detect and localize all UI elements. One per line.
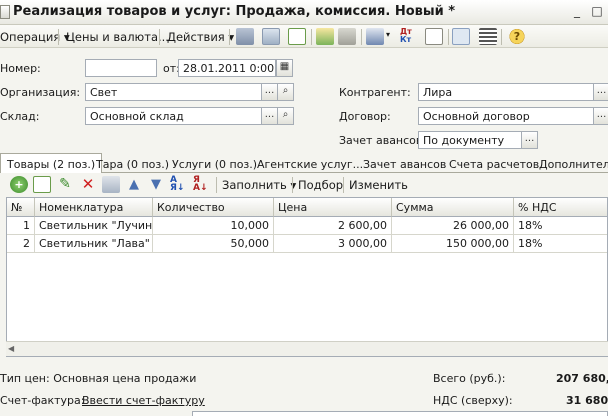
structure-icon[interactable]: [425, 28, 443, 45]
counterparty-select-button[interactable]: ...: [593, 83, 608, 101]
list-view-icon[interactable]: [479, 28, 497, 45]
quantity-cell[interactable]: 50,000: [153, 235, 274, 253]
vat-label: НДС (сверху):: [433, 394, 513, 407]
go-to-dropdown-icon[interactable]: ▾: [386, 30, 390, 39]
row-number-cell[interactable]: 2: [7, 235, 35, 253]
vat-rate-cell[interactable]: 18%: [514, 235, 607, 253]
price-cell[interactable]: 3 000,00: [274, 235, 392, 253]
advance-offset-select-button[interactable]: ...: [521, 131, 538, 149]
advance-offset-label: Зачет авансов:: [339, 134, 427, 147]
print-icon[interactable]: [338, 28, 356, 45]
sort-ascending-icon[interactable]: А Я↓: [170, 176, 188, 193]
select-button[interactable]: Подбор: [298, 178, 343, 192]
column-header-vat-rate[interactable]: % НДС: [514, 198, 607, 217]
change-button[interactable]: Изменить: [349, 178, 408, 192]
move-up-icon[interactable]: ▲: [125, 176, 143, 193]
warehouse-field[interactable]: Основной склад: [85, 107, 262, 125]
fill-menu[interactable]: Заполнить ▾: [222, 178, 296, 192]
add-row-icon[interactable]: +: [10, 176, 28, 193]
counterparty-label: Контрагент:: [339, 86, 411, 99]
move-down-icon[interactable]: ▼: [147, 176, 165, 193]
price-cell[interactable]: 2 600,00: [274, 217, 392, 235]
copy-document-icon[interactable]: [288, 28, 306, 45]
tab-additional[interactable]: Дополнительно: [532, 155, 608, 173]
copy-row-icon[interactable]: [33, 176, 51, 193]
comment-field[interactable]: [192, 411, 608, 416]
column-header-number[interactable]: №: [7, 198, 35, 217]
save-icon[interactable]: [262, 28, 280, 45]
total-label: Всего (руб.):: [433, 372, 506, 385]
vat-rate-cell[interactable]: 18%: [514, 217, 607, 235]
total-value: 207 680,: [556, 372, 608, 385]
vat-value: 31 680,: [566, 394, 608, 407]
price-type-text: Тип цен: Основная цена продажи: [0, 372, 197, 385]
minimize-button[interactable]: _: [568, 3, 586, 19]
contract-label: Договор:: [339, 110, 391, 123]
number-label: Номер:: [0, 62, 41, 75]
debit-credit-icon[interactable]: Дт Кт: [400, 28, 418, 45]
number-field[interactable]: [85, 59, 157, 77]
tab-settlement-accounts[interactable]: Счета расчетов: [442, 155, 546, 173]
tab-advance-offset[interactable]: Зачет авансов: [356, 155, 453, 173]
warehouse-label: Склад:: [0, 110, 40, 123]
prices-currency-button[interactable]: Цены и валюта...: [66, 30, 169, 44]
warehouse-select-button[interactable]: ...: [261, 107, 278, 125]
contract-select-button[interactable]: ...: [593, 107, 608, 125]
counterparty-field[interactable]: Лира: [418, 83, 594, 101]
invoice-label: Счет-фактура:: [0, 394, 85, 407]
tab-containers[interactable]: Тара (0 поз.): [89, 155, 176, 173]
organization-select-button[interactable]: ...: [261, 83, 278, 101]
tab-strip: Товары (2 поз.) Тара (0 поз.) Услуги (0 …: [0, 153, 608, 174]
row-number-cell[interactable]: 1: [7, 217, 35, 235]
column-header-quantity[interactable]: Количество: [153, 198, 274, 217]
item-cell[interactable]: Светильник "Лава": [35, 235, 153, 253]
hierarchy-icon[interactable]: [452, 28, 470, 45]
window-titlebar: Реализация товаров и услуг: Продажа, ком…: [0, 0, 608, 25]
warehouse-open-icon[interactable]: ⌕: [277, 107, 294, 125]
tab-goods[interactable]: Товары (2 поз.): [0, 153, 103, 174]
organization-open-icon[interactable]: ⌕: [277, 83, 294, 101]
horizontal-scrollbar[interactable]: ◀: [6, 341, 608, 356]
calendar-icon[interactable]: ▦: [276, 59, 293, 77]
create-based-on-icon[interactable]: [316, 28, 334, 45]
item-cell[interactable]: Светильник "Лучина": [35, 217, 153, 235]
contract-field[interactable]: Основной договор: [418, 107, 594, 125]
document-icon: [0, 5, 10, 19]
organization-label: Организация:: [0, 86, 81, 99]
tab-agent-services[interactable]: Агентские услуг...: [250, 155, 370, 173]
operation-menu[interactable]: Операция ▾: [0, 30, 70, 44]
edit-row-icon[interactable]: ✎: [56, 176, 74, 193]
amount-cell[interactable]: 26 000,00: [392, 217, 514, 235]
actions-menu[interactable]: Действия ▾: [167, 30, 234, 44]
help-icon[interactable]: ?: [508, 28, 526, 45]
amount-cell[interactable]: 150 000,00: [392, 235, 514, 253]
column-header-amount[interactable]: Сумма: [392, 198, 514, 217]
date-field[interactable]: 28.01.2011 0:00:00: [178, 59, 276, 77]
window-title: Реализация товаров и услуг: Продажа, ком…: [13, 4, 456, 19]
delete-row-icon[interactable]: ✕: [79, 176, 97, 193]
column-header-item[interactable]: Номенклатура: [35, 198, 153, 217]
post-icon[interactable]: [236, 28, 254, 45]
end-edit-icon[interactable]: [102, 176, 120, 193]
create-invoice-link[interactable]: Ввести счет-фактуру: [82, 394, 205, 407]
scroll-left-icon[interactable]: ◀: [8, 344, 14, 353]
organization-field[interactable]: Свет: [85, 83, 262, 101]
quantity-cell[interactable]: 10,000: [153, 217, 274, 235]
column-header-price[interactable]: Цена: [274, 198, 392, 217]
sort-descending-icon[interactable]: Я А↓: [193, 176, 211, 193]
go-to-icon[interactable]: [366, 28, 384, 45]
goods-table[interactable]: № Номенклатура Количество Цена Сумма % Н…: [6, 197, 608, 357]
advance-offset-field[interactable]: По документу: [418, 131, 522, 149]
form-toolbar: Операция ▾ Цены и валюта... Действия ▾ ▾…: [0, 25, 608, 48]
maximize-button[interactable]: □: [588, 3, 606, 19]
